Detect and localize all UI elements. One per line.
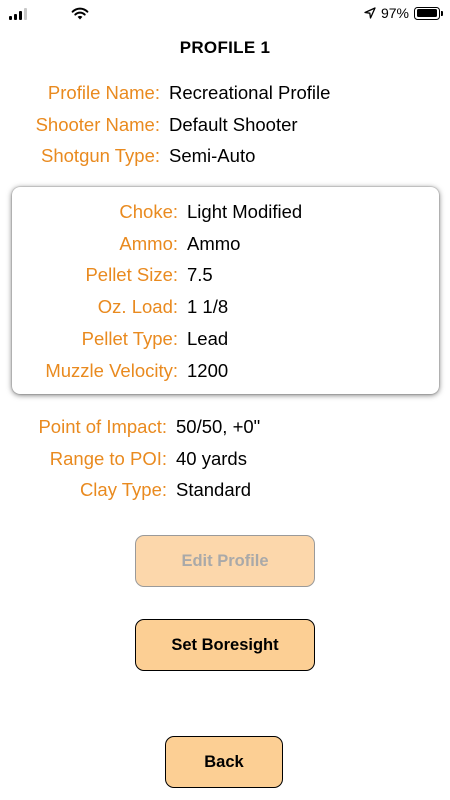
pellet-size-row: Pellet Size: 7.5 (0, 262, 450, 288)
status-right: 97% (364, 4, 443, 22)
ammo-row: Ammo: Ammo (0, 231, 450, 257)
pellet-type-label: Pellet Type: (81, 328, 178, 349)
wifi-icon (71, 7, 89, 20)
cellular-signal-icon (9, 8, 29, 20)
muzzle-velocity-value: 1200 (187, 360, 229, 381)
muzzle-velocity-row: Muzzle Velocity: 1200 (0, 358, 450, 384)
pellet-size-value: 7.5 (187, 264, 213, 285)
point-of-impact-row: Point of Impact: 50/50, +0" (0, 414, 450, 440)
choke-value: Light Modified (187, 201, 303, 222)
profile-name-label: Profile Name: (47, 82, 160, 103)
profile-name-row: Profile Name: Recreational Profile (0, 80, 450, 106)
oz-load-label: Oz. Load: (97, 296, 178, 317)
range-to-poi-label: Range to POI: (49, 448, 167, 469)
profile-name-value: Recreational Profile (169, 82, 331, 103)
point-of-impact-label: Point of Impact: (38, 416, 167, 437)
range-to-poi-row: Range to POI: 40 yards (0, 446, 450, 472)
battery-icon (414, 6, 443, 20)
shooter-name-value: Default Shooter (169, 114, 298, 135)
point-of-impact-value: 50/50, +0" (176, 416, 261, 437)
status-bar: 97% (0, 0, 450, 26)
pellet-type-row: Pellet Type: Lead (0, 326, 450, 352)
clay-type-label: Clay Type: (79, 479, 167, 500)
edit-profile-button[interactable]: Edit Profile (135, 535, 315, 587)
ammo-label: Ammo: (119, 233, 178, 254)
choke-label: Choke: (119, 201, 178, 222)
clay-type-value: Standard (176, 479, 252, 500)
pellet-size-label: Pellet Size: (85, 264, 178, 285)
range-to-poi-value: 40 yards (176, 448, 247, 469)
pellet-type-value: Lead (187, 328, 229, 349)
battery-fill (416, 9, 437, 17)
clay-type-row: Clay Type: Standard (0, 477, 450, 503)
shotgun-type-row: Shotgun Type: Semi-Auto (0, 143, 450, 169)
oz-load-row: Oz. Load: 1 1/8 (0, 294, 450, 320)
shooter-name-label: Shooter Name: (35, 114, 160, 135)
page-title: PROFILE 1 (179, 38, 271, 57)
back-button[interactable]: Back (165, 736, 283, 788)
muzzle-velocity-label: Muzzle Velocity: (45, 360, 178, 381)
choke-row: Choke: Light Modified (0, 199, 450, 225)
battery-percent: 97% (380, 5, 409, 21)
shotgun-type-value: Semi-Auto (169, 145, 256, 166)
shotgun-type-label: Shotgun Type: (41, 145, 160, 166)
oz-load-value: 1 1/8 (187, 296, 229, 317)
shooter-name-row: Shooter Name: Default Shooter (0, 112, 450, 138)
location-arrow-icon (364, 7, 376, 19)
ammo-value: Ammo (187, 233, 241, 254)
set-boresight-button[interactable]: Set Boresight (135, 619, 315, 671)
